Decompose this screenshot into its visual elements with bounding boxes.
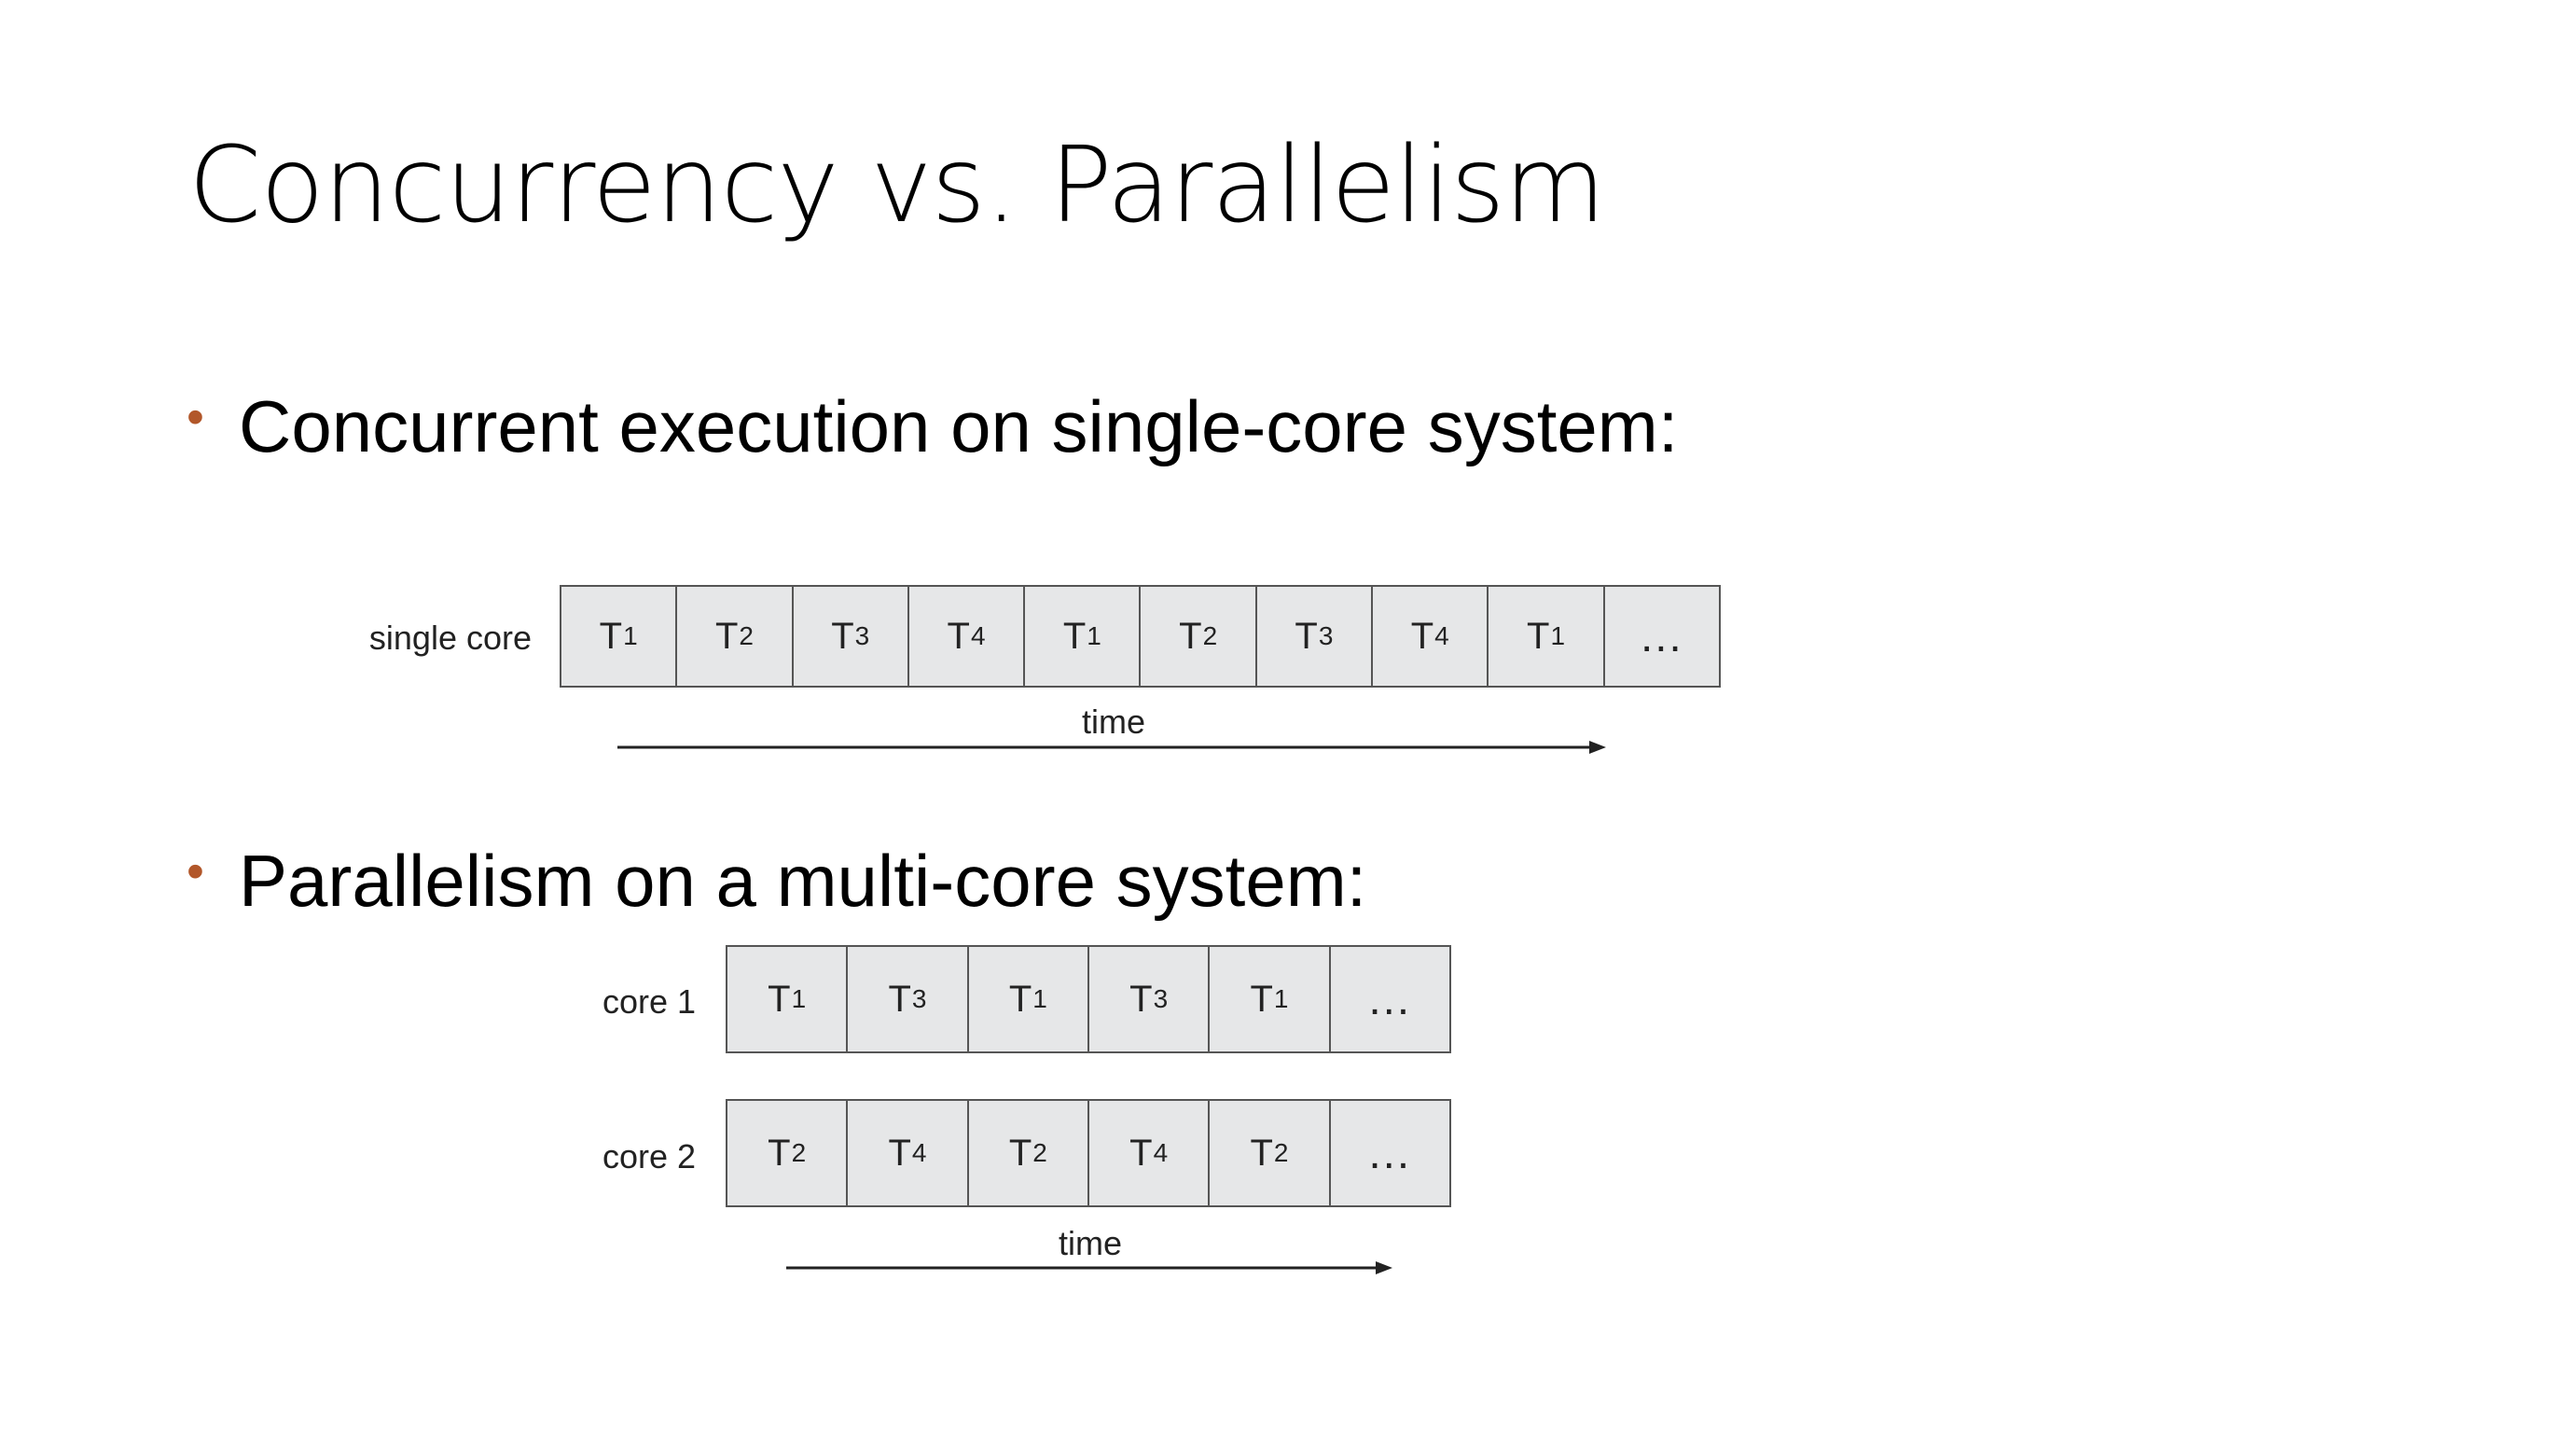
bullet-marker: • xyxy=(187,389,204,445)
bullet-text: Concurrent execution on single-core syst… xyxy=(239,385,1679,467)
task-index: 3 xyxy=(854,621,870,650)
multi-core-time-arrow xyxy=(786,1261,1392,1274)
task-cell: T3 xyxy=(1089,947,1211,1051)
task-name: T xyxy=(1008,1132,1032,1174)
task-name: … xyxy=(1366,974,1414,1024)
task-name: T xyxy=(1129,1132,1153,1174)
task-cell: T3 xyxy=(848,947,969,1051)
continuation-cell: … xyxy=(1331,1101,1449,1205)
task-cell: T3 xyxy=(794,587,909,686)
task-name: T xyxy=(1250,1132,1273,1174)
core1-timeline: T 1 T 3 T 1 T 3 T 1… xyxy=(726,945,1451,1053)
task-cell: T1 xyxy=(1210,947,1331,1051)
task-name: T xyxy=(768,1132,791,1174)
task-name: T xyxy=(599,615,623,657)
continuation-cell: … xyxy=(1605,587,1719,686)
core2-label: core 2 xyxy=(602,1137,696,1176)
task-cell: T4 xyxy=(909,587,1026,686)
task-cell: T2 xyxy=(677,587,794,686)
continuation-cell: … xyxy=(1331,947,1449,1051)
task-index: 2 xyxy=(739,621,754,650)
task-index: 1 xyxy=(623,621,638,650)
task-name: T xyxy=(1129,978,1153,1020)
single-core-time-label: time xyxy=(1082,703,1146,741)
task-name: T xyxy=(888,1132,911,1174)
task-cell: T1 xyxy=(727,947,849,1051)
task-cell: T4 xyxy=(1089,1101,1211,1205)
task-name: T xyxy=(714,615,739,657)
task-index: 3 xyxy=(911,984,927,1013)
task-cell: T3 xyxy=(1257,587,1374,686)
task-index: 2 xyxy=(1032,1138,1047,1167)
task-index: 2 xyxy=(1273,1138,1289,1167)
slide-title: Concurrency vs. Parallelism xyxy=(188,125,1606,246)
task-name: … xyxy=(1366,1128,1414,1178)
task-cell: T1 xyxy=(561,587,678,686)
task-index: 1 xyxy=(1273,984,1289,1013)
core1-label: core 1 xyxy=(602,982,696,1021)
task-cell: T1 xyxy=(969,947,1089,1051)
task-name: T xyxy=(768,978,791,1020)
task-name: T xyxy=(1179,615,1202,657)
task-name: T xyxy=(1295,615,1318,657)
task-index: 4 xyxy=(1434,621,1449,650)
task-index: 3 xyxy=(1318,621,1334,650)
task-index: 2 xyxy=(791,1138,807,1167)
task-index: 4 xyxy=(911,1138,927,1167)
task-name: T xyxy=(1410,615,1434,657)
task-index: 1 xyxy=(1550,621,1566,650)
single-core-time-arrow xyxy=(617,741,1606,754)
task-name: T xyxy=(1008,978,1032,1020)
task-cell: T2 xyxy=(1210,1101,1331,1205)
task-cell: T4 xyxy=(1373,587,1489,686)
task-cell: T1 xyxy=(1025,587,1142,686)
task-name: T xyxy=(1062,615,1087,657)
task-index: 2 xyxy=(1202,621,1218,650)
task-cell: T2 xyxy=(727,1101,849,1205)
task-index: 3 xyxy=(1153,984,1169,1013)
task-name: T xyxy=(831,615,854,657)
task-name: T xyxy=(1250,978,1273,1020)
bullet-marker: • xyxy=(187,843,204,899)
task-name: T xyxy=(888,978,911,1020)
task-cell: T2 xyxy=(1141,587,1257,686)
task-index: 4 xyxy=(1153,1138,1169,1167)
task-index: 1 xyxy=(791,984,807,1013)
task-index: 4 xyxy=(970,621,986,650)
task-index: 1 xyxy=(1032,984,1047,1013)
task-name: … xyxy=(1638,611,1685,661)
task-cell: T2 xyxy=(969,1101,1089,1205)
bullet-text: Parallelism on a multi-core system: xyxy=(239,840,1367,922)
task-index: 1 xyxy=(1087,621,1101,650)
task-name: T xyxy=(1527,615,1550,657)
task-name: T xyxy=(947,615,970,657)
task-cell: T4 xyxy=(848,1101,969,1205)
task-cell: T1 xyxy=(1489,587,1605,686)
single-core-label: single core xyxy=(368,619,532,657)
core2-timeline: T 2 T 4 T 2 T 4 T 2… xyxy=(726,1099,1451,1207)
single-core-timeline: T 1 T 2 T 3 T 4 T 1 T 2 T 3 T 4 T 1… xyxy=(560,585,1721,688)
